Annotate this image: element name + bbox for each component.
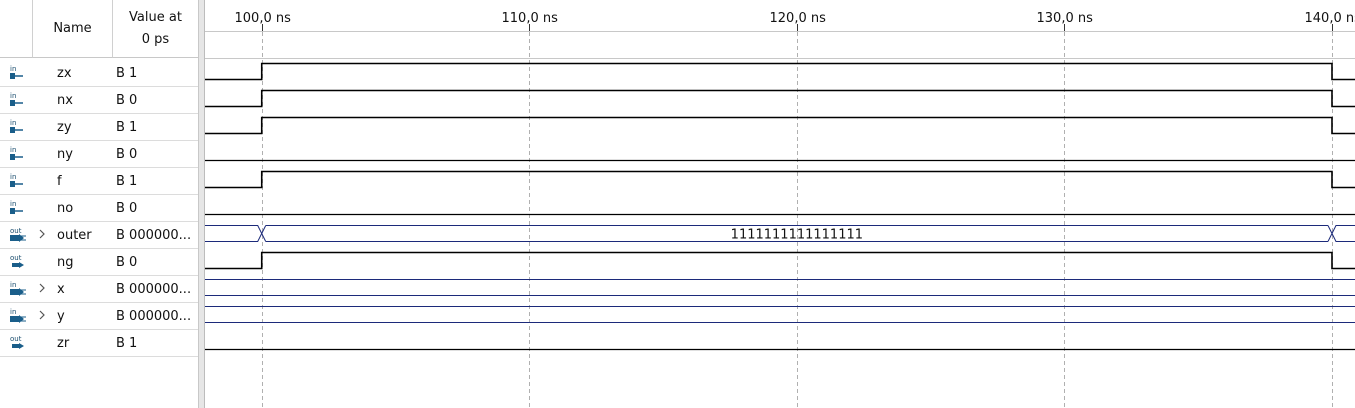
input-pin-icon: in — [9, 92, 27, 108]
signal-row-ny[interactable]: in ny B 0 — [0, 141, 198, 168]
svg-text:in: in — [10, 65, 16, 73]
column-header-value[interactable]: Value at 0 ps — [113, 0, 198, 58]
time-tick-label: 110,0 ns — [502, 11, 559, 26]
wave-outer-seg — [205, 225, 267, 242]
time-tick-label: 100,0 ns — [235, 11, 292, 26]
signal-row-zy[interactable]: in zy B 1 — [0, 114, 198, 141]
signal-name: ny — [57, 147, 73, 162]
signal-value: B 000000... — [116, 282, 192, 297]
waveform-canvas[interactable]: 100,0 ns 110,0 ns 120,0 ns 130,0 ns 140,0 ns… — [205, 0, 1355, 408]
header-icon-column — [0, 0, 33, 58]
wave-f — [205, 170, 1355, 189]
signal-value: B 1 — [116, 336, 138, 351]
signal-value: B 000000... — [116, 309, 192, 324]
input-pin-icon: in — [9, 200, 27, 216]
signal-list-panel: Name Value at 0 ps in zx B 1 in nx B 0 in zy B 1… — [0, 0, 199, 408]
svg-text:out: out — [10, 254, 22, 262]
signal-value: B 1 — [116, 174, 138, 189]
time-tick-label: 140,0 ns — [1305, 11, 1355, 26]
expand-chevron-icon[interactable] — [38, 282, 46, 294]
signal-name: ng — [57, 255, 74, 270]
wave-outer-seg — [1327, 225, 1355, 242]
svg-text:in: in — [10, 200, 16, 208]
signal-name: zr — [57, 336, 70, 351]
svg-text:out: out — [10, 335, 22, 343]
expand-chevron-icon[interactable] — [38, 309, 46, 321]
wave-outer-value: 1111111111111111 — [731, 228, 863, 243]
output-pin-icon: out — [9, 254, 27, 270]
wave-zx — [205, 62, 1355, 81]
svg-text:in: in — [10, 119, 16, 127]
svg-text:out: out — [10, 227, 22, 235]
signal-name: x — [57, 282, 65, 297]
signal-value: B 0 — [116, 93, 138, 108]
signal-row-zr[interactable]: out zr B 1 — [0, 330, 198, 357]
svg-text:in: in — [10, 173, 16, 181]
input-pin-icon: in — [9, 119, 27, 135]
signal-row-f[interactable]: in f B 1 — [0, 168, 198, 195]
signal-value: B 1 — [116, 66, 138, 81]
svg-text:in: in — [10, 146, 16, 154]
signal-name: no — [57, 201, 74, 216]
signal-name: zy — [57, 120, 72, 135]
svg-text:in: in — [10, 92, 16, 100]
signal-row-x[interactable]: in x B 000000... — [0, 276, 198, 303]
input-pin-icon: in — [9, 146, 27, 162]
signal-row-nx[interactable]: in nx B 0 — [0, 87, 198, 114]
svg-text:in: in — [10, 308, 16, 316]
column-header-name-label: Name — [53, 21, 92, 36]
input-bus-icon: in — [9, 308, 27, 324]
column-header-value-line2: 0 ps — [141, 31, 170, 47]
signal-value: B 000000... — [116, 228, 192, 243]
column-header-name[interactable]: Name — [33, 0, 113, 58]
wave-ng — [205, 251, 1355, 270]
wave-nx — [205, 89, 1355, 108]
signal-name: zx — [57, 66, 72, 81]
output-pin-icon: out — [9, 335, 27, 351]
signal-value: B 0 — [116, 255, 138, 270]
signal-name: outer — [57, 228, 92, 243]
input-pin-icon: in — [9, 65, 27, 81]
signal-value: B 0 — [116, 147, 138, 162]
signal-row-y[interactable]: in y B 000000... — [0, 303, 198, 330]
column-header-value-line1: Value at — [129, 9, 182, 25]
signal-row-outer[interactable]: out outer B 000000... — [0, 222, 198, 249]
signal-value: B 1 — [116, 120, 138, 135]
wave-outer-seg — [205, 225, 267, 242]
signal-name: y — [57, 309, 65, 324]
signal-row-ng[interactable]: out ng B 0 — [0, 249, 198, 276]
signal-row-zx[interactable]: in zx B 1 — [0, 60, 198, 87]
time-tick-label: 130,0 ns — [1037, 11, 1094, 26]
output-bus-icon: out — [9, 227, 27, 243]
signal-value: B 0 — [116, 201, 138, 216]
wave-zy — [205, 116, 1355, 135]
input-bus-icon: in — [9, 281, 27, 297]
signal-name: f — [57, 174, 62, 189]
signal-name: nx — [57, 93, 73, 108]
input-pin-icon: in — [9, 173, 27, 189]
time-tick-label: 120,0 ns — [770, 11, 827, 26]
expand-chevron-icon[interactable] — [38, 228, 46, 240]
svg-text:in: in — [10, 281, 16, 289]
waveform-area[interactable]: 100,0 ns 110,0 ns 120,0 ns 130,0 ns 140,0 ns… — [205, 0, 1355, 408]
signal-row-no[interactable]: in no B 0 — [0, 195, 198, 222]
